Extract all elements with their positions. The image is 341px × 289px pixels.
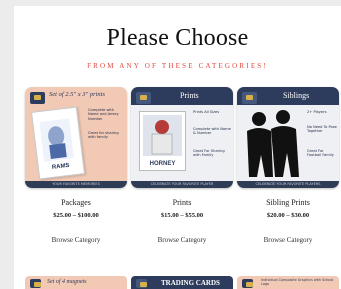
- card-feature-2: No Need To Pose Together: [307, 125, 337, 134]
- jersey-name: HORNEY: [149, 161, 176, 167]
- team-logo-icon: [30, 279, 41, 288]
- browse-category-link[interactable]: Browse Category: [25, 236, 127, 244]
- category-name[interactable]: Sibling Prints: [237, 198, 339, 207]
- page-title: Please Choose: [106, 25, 249, 51]
- category-card-composite[interactable]: Individual Composite Graphics with Schoo…: [237, 276, 339, 289]
- card-image-heading: Siblings: [283, 91, 310, 100]
- team-logo-icon: [136, 279, 147, 288]
- player-print-image: HORNEY: [139, 111, 186, 171]
- browse-category-link[interactable]: Browse Category: [237, 236, 339, 244]
- page-subtitle: FROM ANY OF THESE CATEGORIES!: [87, 62, 268, 70]
- card-feature-3: Great For Football Family: [307, 149, 334, 158]
- category-price: $20.00 – $30.00: [266, 212, 310, 219]
- card-feature-2: Complete with Name & Number: [193, 127, 231, 136]
- category-card-trading-cards[interactable]: TRADING CARDS: [131, 276, 233, 289]
- browse-category-link[interactable]: Browse Category: [131, 236, 233, 244]
- card-feature-1: 2+ Players: [307, 110, 327, 114]
- card-banner: YOUR FAVORITE MEMORIES: [25, 181, 127, 188]
- card-feature-1: Complete with Name and Jersey Number: [88, 108, 119, 121]
- svg-text:RAMS: RAMS: [52, 163, 70, 171]
- category-price: $15.00 – $55.00: [160, 212, 204, 219]
- card-feature-3: Great For Sharing with Family: [193, 149, 225, 158]
- team-logo-icon: [30, 92, 45, 104]
- card-image-heading: Prints: [180, 91, 199, 100]
- card-image-heading: Individual Composite Graphics with Schoo…: [261, 278, 334, 286]
- category-card-magnets[interactable]: Set of 4 magnets: [25, 276, 127, 289]
- team-logo-icon: [242, 92, 257, 104]
- category-card-sibling-prints[interactable]: Siblings 2+ Players No Need To Pose Toge…: [237, 87, 339, 188]
- sibling-silhouettes-image: [247, 110, 299, 177]
- card-image-heading: Set of 2.5" x 3" prints: [49, 91, 106, 98]
- package-prints-image: RAMS: [31, 106, 85, 180]
- category-card-prints[interactable]: Prints HORNEY Prints All Sizes Complete …: [131, 87, 233, 188]
- category-card-packages[interactable]: Set of 2.5" x 3" prints RAMS Complete wi…: [25, 87, 127, 188]
- card-image-heading: TRADING CARDS: [161, 279, 220, 287]
- card-feature-1: Prints All Sizes: [193, 110, 220, 114]
- card-banner: CELEBRATE YOUR FAVORITE PLAYERS: [237, 181, 339, 188]
- team-logo-icon: [136, 92, 151, 104]
- category-price: $25.00 – $100.00: [53, 212, 99, 219]
- category-name[interactable]: Prints: [131, 198, 233, 207]
- category-name[interactable]: Packages: [25, 198, 127, 207]
- card-banner: CELEBRATE YOUR FAVORITE PLAYER: [131, 181, 233, 188]
- card-image-heading: Set of 4 magnets: [47, 279, 87, 285]
- category-page: Please Choose FROM ANY OF THESE CATEGORI…: [14, 6, 341, 289]
- team-logo-icon: [242, 279, 253, 288]
- card-feature-2: Great for sharing with family: [88, 131, 119, 140]
